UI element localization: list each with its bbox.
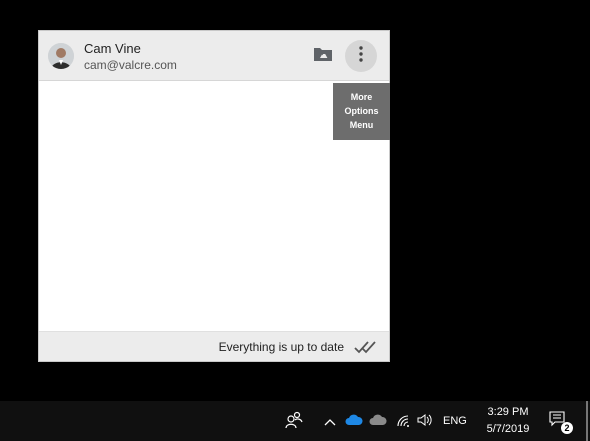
double-check-icon xyxy=(353,339,379,360)
show-hidden-icons-button[interactable] xyxy=(322,414,338,430)
network-button[interactable] xyxy=(394,414,412,430)
input-language-indicator[interactable]: ENG xyxy=(443,415,467,427)
onedrive-personal-tray[interactable] xyxy=(368,414,388,430)
chevron-up-icon xyxy=(324,413,336,431)
sync-status-text: Everything is up to date xyxy=(218,340,344,354)
volume-icon xyxy=(417,413,433,432)
people-button[interactable] xyxy=(284,411,304,434)
more-options-tooltip: More Options Menu xyxy=(333,83,390,140)
panel-footer: Everything is up to date xyxy=(39,331,389,361)
drive-sync-panel: Cam Vine cam@valcre.com More Options Men… xyxy=(38,30,390,362)
clock-time[interactable]: 3:29 PM xyxy=(478,406,538,418)
account-email: cam@valcre.com xyxy=(84,58,177,72)
drive-folder-icon xyxy=(313,46,333,67)
tooltip-line: More xyxy=(350,92,373,102)
avatar xyxy=(48,43,74,69)
account-name: Cam Vine xyxy=(84,41,141,56)
more-options-button[interactable] xyxy=(345,40,377,72)
tooltip-line: Options xyxy=(344,106,379,116)
cloud-gray-icon xyxy=(369,413,387,431)
vertical-dots-icon xyxy=(359,45,363,67)
clock-date[interactable]: 5/7/2019 xyxy=(478,423,538,435)
taskbar: ENG 3:29 PM 5/7/2019 2 xyxy=(0,401,590,441)
panel-header: Cam Vine cam@valcre.com xyxy=(39,31,389,81)
tooltip-line: Menu xyxy=(349,120,374,130)
drive-folder-button[interactable] xyxy=(311,44,335,68)
show-desktop-button[interactable] xyxy=(586,401,588,441)
cloud-blue-icon xyxy=(345,413,363,431)
notification-count-badge: 2 xyxy=(561,422,573,434)
volume-button[interactable] xyxy=(416,413,434,432)
onedrive-business-tray[interactable] xyxy=(344,414,364,430)
wifi-icon xyxy=(395,413,411,432)
people-icon xyxy=(285,411,303,434)
